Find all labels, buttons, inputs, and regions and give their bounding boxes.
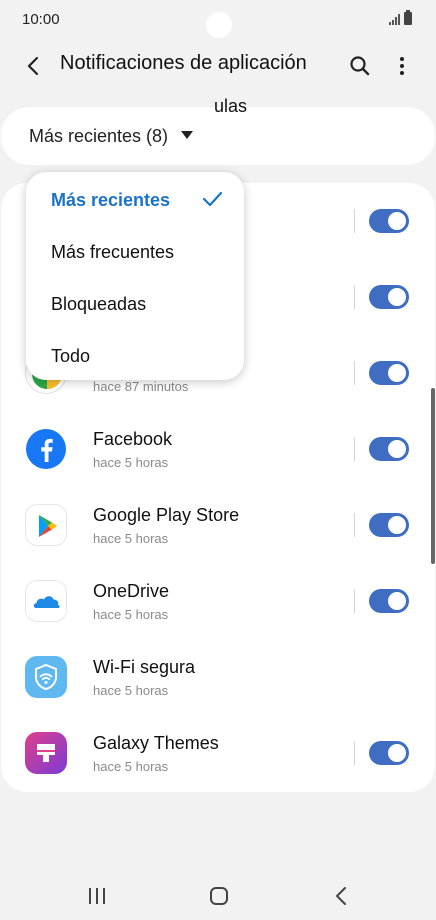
app-last-notification: hace 5 horas (93, 455, 169, 470)
menu-item-all[interactable]: Todo (26, 329, 244, 381)
camera-cutout (206, 12, 232, 38)
more-vertical-icon (400, 57, 404, 75)
sort-dropdown-menu: Más recientes Más frecuentes Bloqueadas … (26, 172, 244, 380)
notification-toggle[interactable] (369, 437, 409, 461)
recent-apps-icon (89, 888, 105, 904)
menu-item-label: Todo (51, 346, 91, 366)
filter-label: Más recientes (8) (29, 126, 169, 146)
page-title: Notificaciones de aplicación (60, 52, 307, 74)
recent-apps-button[interactable] (85, 884, 109, 908)
onedrive-icon (25, 580, 67, 622)
status-icons (389, 10, 412, 25)
divider (354, 437, 355, 461)
battery-icon (404, 10, 412, 25)
back-chevron-icon (336, 887, 346, 905)
app-last-notification: hace 5 horas (93, 759, 169, 774)
facebook-icon (25, 428, 67, 470)
notification-toggle[interactable] (369, 589, 409, 613)
divider (354, 209, 355, 233)
search-icon (350, 56, 370, 76)
app-name: Galaxy Themes (93, 733, 219, 753)
notification-toggle[interactable] (369, 285, 409, 309)
signal-icon (389, 13, 400, 25)
scrollbar[interactable] (431, 388, 435, 564)
menu-item-label: Más recientes (51, 190, 171, 210)
menu-item-label: Bloqueadas (51, 294, 147, 314)
menu-item-blocked[interactable]: Bloqueadas (26, 277, 244, 329)
divider (354, 361, 355, 385)
notification-toggle[interactable] (369, 361, 409, 385)
notification-toggle[interactable] (369, 513, 409, 537)
menu-item-label: Más frecuentes (51, 242, 175, 262)
app-name: Facebook (93, 429, 173, 449)
menu-item-most-recent[interactable]: Más recientes (26, 173, 244, 225)
list-item[interactable]: Galaxy Themes hace 5 horas (1, 715, 435, 791)
notification-toggle[interactable] (369, 209, 409, 233)
divider (354, 741, 355, 765)
notification-toggle[interactable] (369, 741, 409, 765)
list-item[interactable]: Facebook hace 5 horas (1, 411, 435, 487)
app-name: OneDrive (93, 581, 170, 601)
list-item[interactable]: Wi-Fi segura hace 5 horas (1, 639, 435, 715)
home-icon (210, 887, 228, 905)
divider (354, 285, 355, 309)
app-last-notification: hace 5 horas (93, 607, 169, 622)
more-options-button[interactable] (392, 52, 412, 80)
dropdown-caret-icon (181, 131, 193, 139)
search-button[interactable] (346, 52, 374, 80)
app-last-notification: hace 5 horas (93, 683, 169, 698)
divider (354, 589, 355, 613)
navigation-bar (0, 868, 436, 920)
checkmark-icon (202, 191, 222, 207)
play-store-icon (25, 504, 67, 546)
back-arrow-icon (27, 56, 39, 76)
app-name: Wi-Fi segura (93, 657, 196, 677)
back-button[interactable] (20, 52, 48, 80)
app-name: Google Play Store (93, 505, 240, 525)
app-last-notification: hace 87 minutos (93, 379, 189, 394)
secure-wifi-icon (25, 656, 67, 698)
list-item[interactable]: Google Play Store hace 5 horas (1, 487, 435, 563)
menu-item-most-frequent[interactable]: Más frecuentes (26, 225, 244, 277)
galaxy-themes-icon (25, 732, 67, 774)
app-bar: Notificaciones de aplicación (0, 40, 436, 90)
back-nav-button[interactable] (330, 884, 354, 908)
app-name: ulas (214, 96, 248, 116)
list-item[interactable]: OneDrive hace 5 horas (1, 563, 435, 639)
status-time: 10:00 (22, 11, 60, 28)
home-button[interactable] (207, 884, 231, 908)
app-last-notification: hace 5 horas (93, 531, 169, 546)
divider (354, 513, 355, 537)
status-bar: 10:00 (0, 0, 436, 40)
